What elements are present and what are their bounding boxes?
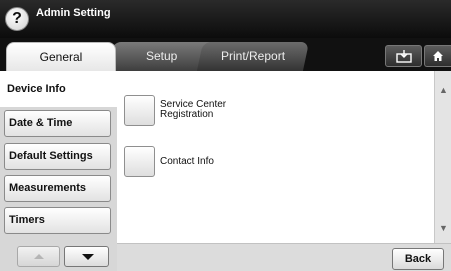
- sidebar-item-date-time[interactable]: Date & Time: [4, 110, 111, 137]
- scroll-down-button[interactable]: [64, 246, 109, 267]
- admin-setting-screen: ? Admin Setting Setup Print/Report Gener…: [0, 0, 451, 271]
- sidebar-item-label: Default Settings: [9, 150, 93, 162]
- tab-setup-label: Setup: [146, 49, 178, 63]
- tray-icon: [395, 50, 412, 63]
- service-center-registration-button[interactable]: [124, 95, 155, 126]
- header-bar: ? Admin Setting: [0, 0, 451, 38]
- sidebar: Device Info Date & Time Default Settings…: [0, 71, 117, 271]
- tab-strip: Setup Print/Report General: [0, 38, 451, 72]
- sidebar-item-label: Measurements: [9, 182, 87, 194]
- sidebar-item-measurements[interactable]: Measurements: [4, 175, 111, 202]
- contact-info-button[interactable]: [124, 146, 155, 177]
- tab-general-label: General: [39, 50, 83, 64]
- sidebar-item-label: Device Info: [7, 83, 66, 95]
- arrow-up-icon: [34, 254, 44, 259]
- sidebar-item-default-settings[interactable]: Default Settings: [4, 143, 111, 170]
- sidebar-item-device-info[interactable]: Device Info: [0, 71, 117, 107]
- tab-print-report-label: Print/Report: [220, 49, 286, 63]
- content-panel: Service Center Registration Contact Info: [117, 71, 434, 243]
- tray-button[interactable]: [385, 45, 422, 67]
- help-button[interactable]: ?: [5, 7, 29, 31]
- sidebar-item-label: Date & Time: [9, 117, 73, 129]
- tab-print-report[interactable]: Print/Report: [196, 42, 310, 71]
- home-button[interactable]: [424, 45, 451, 67]
- scroll-up-icon[interactable]: ▲: [439, 85, 448, 95]
- sidebar-item-timers[interactable]: Timers: [4, 207, 111, 234]
- scroll-up-button[interactable]: [17, 246, 60, 267]
- footer-bar: Back: [117, 243, 451, 271]
- back-button[interactable]: Back: [392, 248, 444, 270]
- arrow-down-icon: [82, 254, 94, 260]
- contact-info-label: Contact Info: [160, 156, 214, 167]
- option-label-line: Registration: [160, 109, 214, 120]
- scroll-down-icon[interactable]: ▼: [439, 223, 448, 233]
- service-center-registration-label: Service Center Registration: [160, 100, 226, 120]
- tab-general[interactable]: General: [6, 42, 116, 72]
- sidebar-item-label: Timers: [9, 214, 45, 226]
- scrollbar[interactable]: ▲ ▼: [434, 71, 451, 243]
- help-icon: ?: [12, 10, 22, 27]
- page-title: Admin Setting: [36, 7, 111, 19]
- body-area: Device Info Date & Time Default Settings…: [0, 71, 451, 271]
- home-icon: [433, 51, 443, 61]
